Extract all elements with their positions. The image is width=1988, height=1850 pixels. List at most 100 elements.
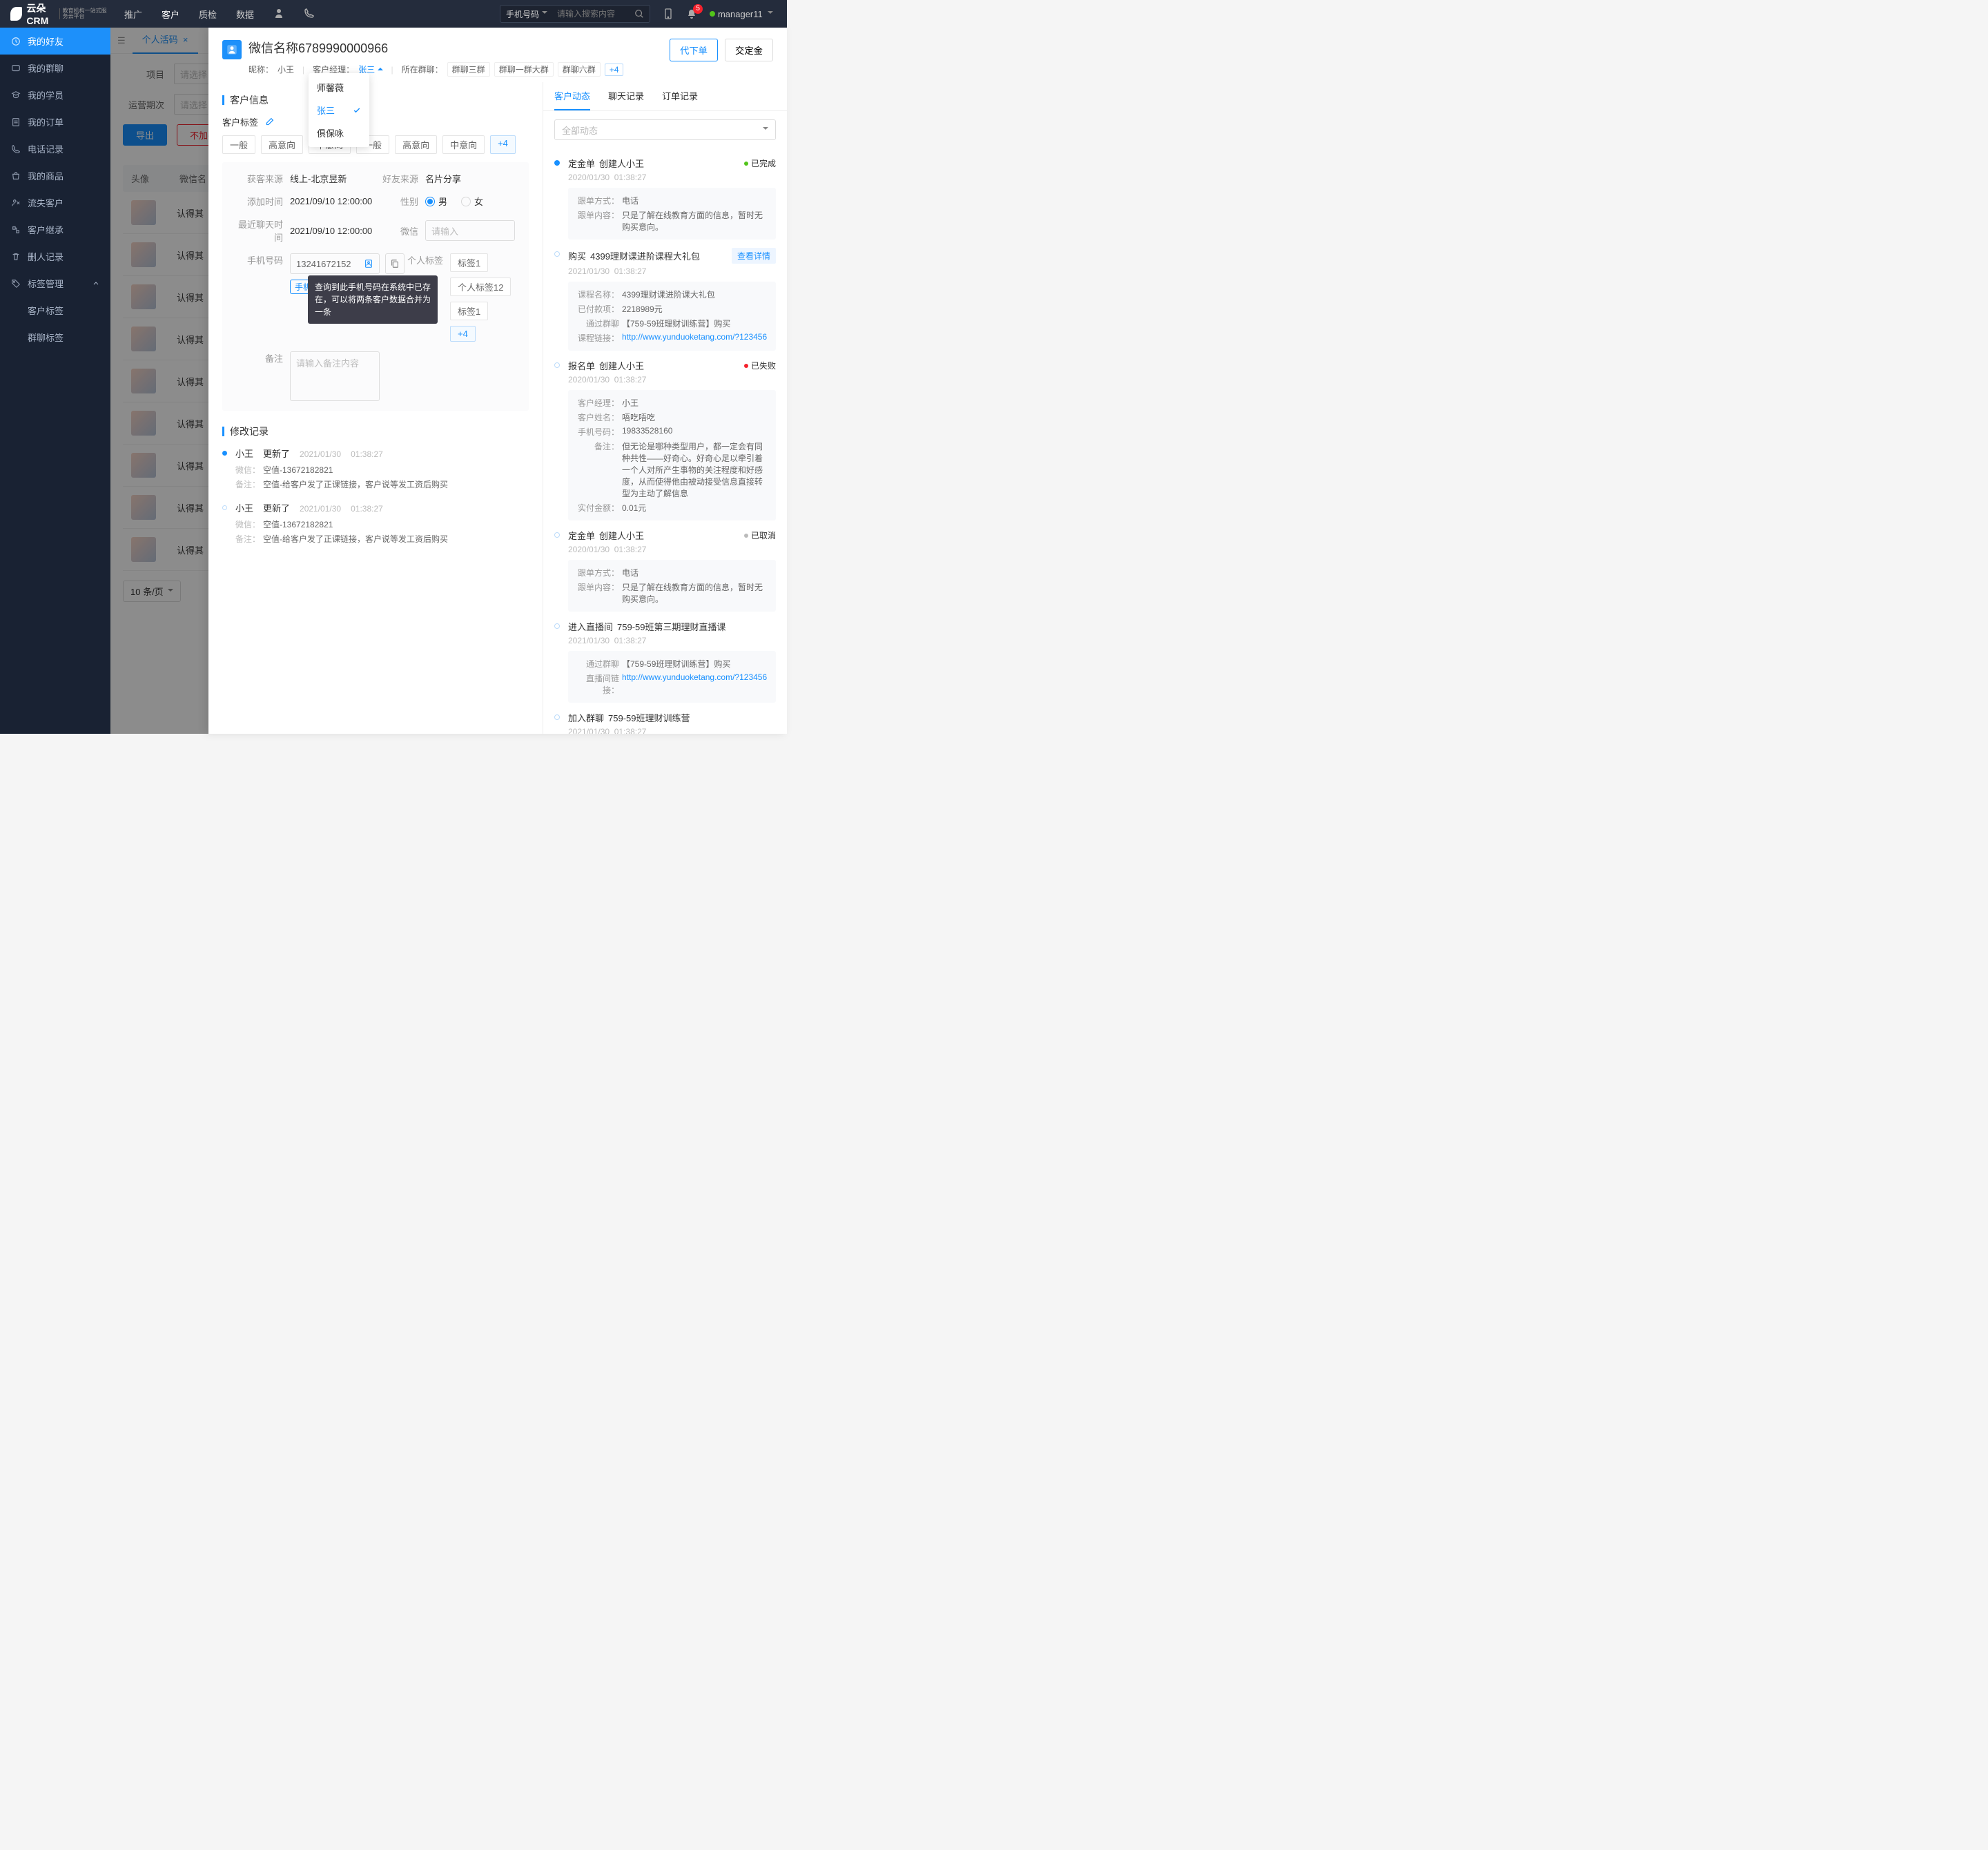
info-friend-value: 名片分享	[425, 172, 518, 185]
info-wx-label: 微信	[380, 224, 418, 237]
sidebar-item-inherit[interactable]: 客户继承	[0, 216, 110, 243]
info-source-value: 线上-北京昱新	[290, 172, 380, 185]
sidebar-item-orders[interactable]: 我的订单	[0, 108, 110, 135]
nick-value: 小王	[277, 64, 294, 75]
phone-icon[interactable]	[304, 8, 315, 19]
group-chip[interactable]: 群聊六群	[558, 62, 601, 77]
gender-male-radio[interactable]: 男	[425, 195, 447, 208]
sidebar-item-products[interactable]: 我的商品	[0, 162, 110, 189]
search-icon[interactable]	[629, 6, 650, 22]
tag-chip[interactable]: 高意向	[395, 135, 437, 154]
mgr-option[interactable]: 师馨薇	[309, 76, 369, 99]
info-last-label: 最近聊天时间	[233, 217, 283, 244]
sidebar: 我的好友 我的群聊 我的学员 我的订单 电话记录 我的商品 流失客户 客户继承 …	[0, 28, 110, 734]
ptag-more[interactable]: +4	[450, 326, 476, 342]
ptag-chip[interactable]: 个人标签12	[450, 278, 511, 296]
info-add-label: 添加时间	[233, 195, 283, 208]
sidebar-item-delete-log[interactable]: 删人记录	[0, 243, 110, 270]
topbar: 云朵CRM 教育机构一站式服务云平台 推广 客户 质检 数据 手机号码 5 ma…	[0, 0, 787, 28]
nav-data[interactable]: 数据	[236, 8, 254, 21]
timeline-node	[554, 532, 560, 538]
chevron-down-icon	[768, 11, 773, 17]
nav-qc[interactable]: 质检	[199, 8, 217, 21]
sidebar-item-friends[interactable]: 我的好友	[0, 28, 110, 55]
sidebar-sub-cust-tag[interactable]: 客户标签	[0, 297, 110, 324]
timeline-card: 课程名称：4399理财课进阶课大礼包已付款项：2218989元通过群聊【759-…	[568, 282, 776, 351]
activity-filter-select[interactable]: 全部动态	[554, 119, 776, 140]
gender-female-radio[interactable]: 女	[461, 195, 483, 208]
search-type-select[interactable]: 手机号码	[500, 8, 553, 20]
view-details[interactable]: 查看详情	[732, 248, 776, 264]
info-remark-label: 备注	[233, 351, 283, 364]
tag-chip[interactable]: 中意向	[442, 135, 485, 154]
logo-icon	[10, 7, 22, 21]
wechat-avatar-icon	[222, 40, 242, 59]
sidebar-item-tag-mgmt[interactable]: 标签管理	[0, 270, 110, 297]
group-label: 所在群聊：	[402, 64, 443, 75]
proxy-order-button[interactable]: 代下单	[670, 39, 718, 61]
bell-icon[interactable]: 5	[686, 8, 697, 19]
search-box: 手机号码	[500, 5, 650, 23]
deposit-button[interactable]: 交定金	[725, 39, 773, 61]
section-customer-info: 客户信息	[222, 93, 529, 107]
info-friend-label: 好友来源	[380, 172, 418, 185]
right-tabs: 客户动态 聊天记录 订单记录	[543, 82, 787, 111]
timeline-card: 跟单方式：电话跟单内容：只是了解在线教育方面的信息，暂时无购买意向。	[568, 560, 776, 612]
nav-promo[interactable]: 推广	[124, 8, 142, 21]
link[interactable]: http://www.yunduoketang.com/?123456	[622, 672, 767, 682]
sidebar-item-calls[interactable]: 电话记录	[0, 135, 110, 162]
remark-textarea[interactable]: 请输入备注内容	[290, 351, 380, 401]
timeline-card: 通过群聊【759-59班理财训练营】购买直播间链接：http://www.yun…	[568, 651, 776, 703]
sidebar-item-students[interactable]: 我的学员	[0, 81, 110, 108]
logo-text: 云朵CRM	[26, 3, 48, 26]
sidebar-sub-group-tag[interactable]: 群聊标签	[0, 324, 110, 351]
contacts-icon[interactable]	[364, 259, 373, 269]
manager-dropdown: 师馨薇 张三 俱保咏	[309, 73, 369, 147]
search-input[interactable]	[553, 9, 629, 19]
sidebar-item-lost[interactable]: 流失客户	[0, 189, 110, 216]
rtab-chat[interactable]: 聊天记录	[608, 89, 644, 110]
timeline-item: 定金单创建人小王已完成2020/01/30 01:38:27跟单方式：电话跟单内…	[554, 157, 776, 240]
timeline-item: 报名单创建人小王已失败2020/01/30 01:38:27客户经理：小王客户姓…	[554, 359, 776, 520]
rtab-activity[interactable]: 客户动态	[554, 89, 590, 110]
status-dot	[710, 11, 715, 17]
timeline-item: 购买4399理财课进阶课程大礼包查看详情2021/01/30 01:38:27课…	[554, 248, 776, 351]
timeline-card: 客户经理：小王客户姓名：唔吃唔吃手机号码：19833528160备注：但无论是哪…	[568, 390, 776, 520]
info-ptag-label: 个人标签	[405, 253, 443, 266]
chevron-down-icon	[763, 127, 768, 133]
person-icon[interactable]	[273, 8, 284, 19]
info-source-label: 获客来源	[233, 172, 283, 185]
check-icon	[353, 106, 361, 115]
cust-tags: 一般 高意向 中意向 一般 高意向 中意向 +4	[222, 135, 529, 154]
edit-tags-icon[interactable]	[265, 117, 274, 126]
timeline-card: 跟单方式：电话跟单内容：只是了解在线教育方面的信息，暂时无购买意向。	[568, 188, 776, 240]
timeline-node	[554, 251, 560, 257]
tag-chip[interactable]: 高意向	[261, 135, 303, 154]
user-menu[interactable]: manager11	[710, 9, 773, 19]
info-add-value: 2021/09/10 12:00:00	[290, 196, 380, 206]
timeline-dot	[222, 505, 227, 510]
device-icon[interactable]	[663, 8, 674, 19]
timeline-item: 定金单创建人小王已取消2020/01/30 01:38:27跟单方式：电话跟单内…	[554, 529, 776, 612]
phone-input[interactable]: 13241672152	[290, 253, 380, 274]
ptag-chip[interactable]: 标签1	[450, 253, 488, 272]
wechat-input[interactable]: 请输入	[425, 220, 515, 241]
info-gender-label: 性别	[380, 195, 418, 208]
rtab-orders[interactable]: 订单记录	[662, 89, 698, 110]
tag-more[interactable]: +4	[490, 135, 516, 154]
group-more[interactable]: +4	[605, 64, 624, 76]
mgr-option[interactable]: 张三	[309, 99, 369, 121]
timeline-node	[554, 160, 560, 166]
tag-chip[interactable]: 一般	[222, 135, 255, 154]
copy-phone-button[interactable]	[385, 253, 405, 274]
group-chip[interactable]: 群聊三群	[447, 62, 490, 77]
sidebar-item-groups[interactable]: 我的群聊	[0, 55, 110, 81]
group-chip[interactable]: 群聊一群大群	[494, 62, 554, 77]
mgr-option[interactable]: 俱保咏	[309, 121, 369, 144]
logo[interactable]: 云朵CRM 教育机构一站式服务云平台	[0, 0, 110, 28]
link[interactable]: http://www.yunduoketang.com/?123456	[622, 332, 767, 342]
nav-customer[interactable]: 客户	[162, 8, 179, 21]
timeline-node	[554, 362, 560, 368]
phone-merge-tooltip: 查询到此手机号码在系统中已存在，可以将两条客户数据合并为一条	[308, 275, 438, 324]
ptag-chip[interactable]: 标签1	[450, 302, 488, 320]
